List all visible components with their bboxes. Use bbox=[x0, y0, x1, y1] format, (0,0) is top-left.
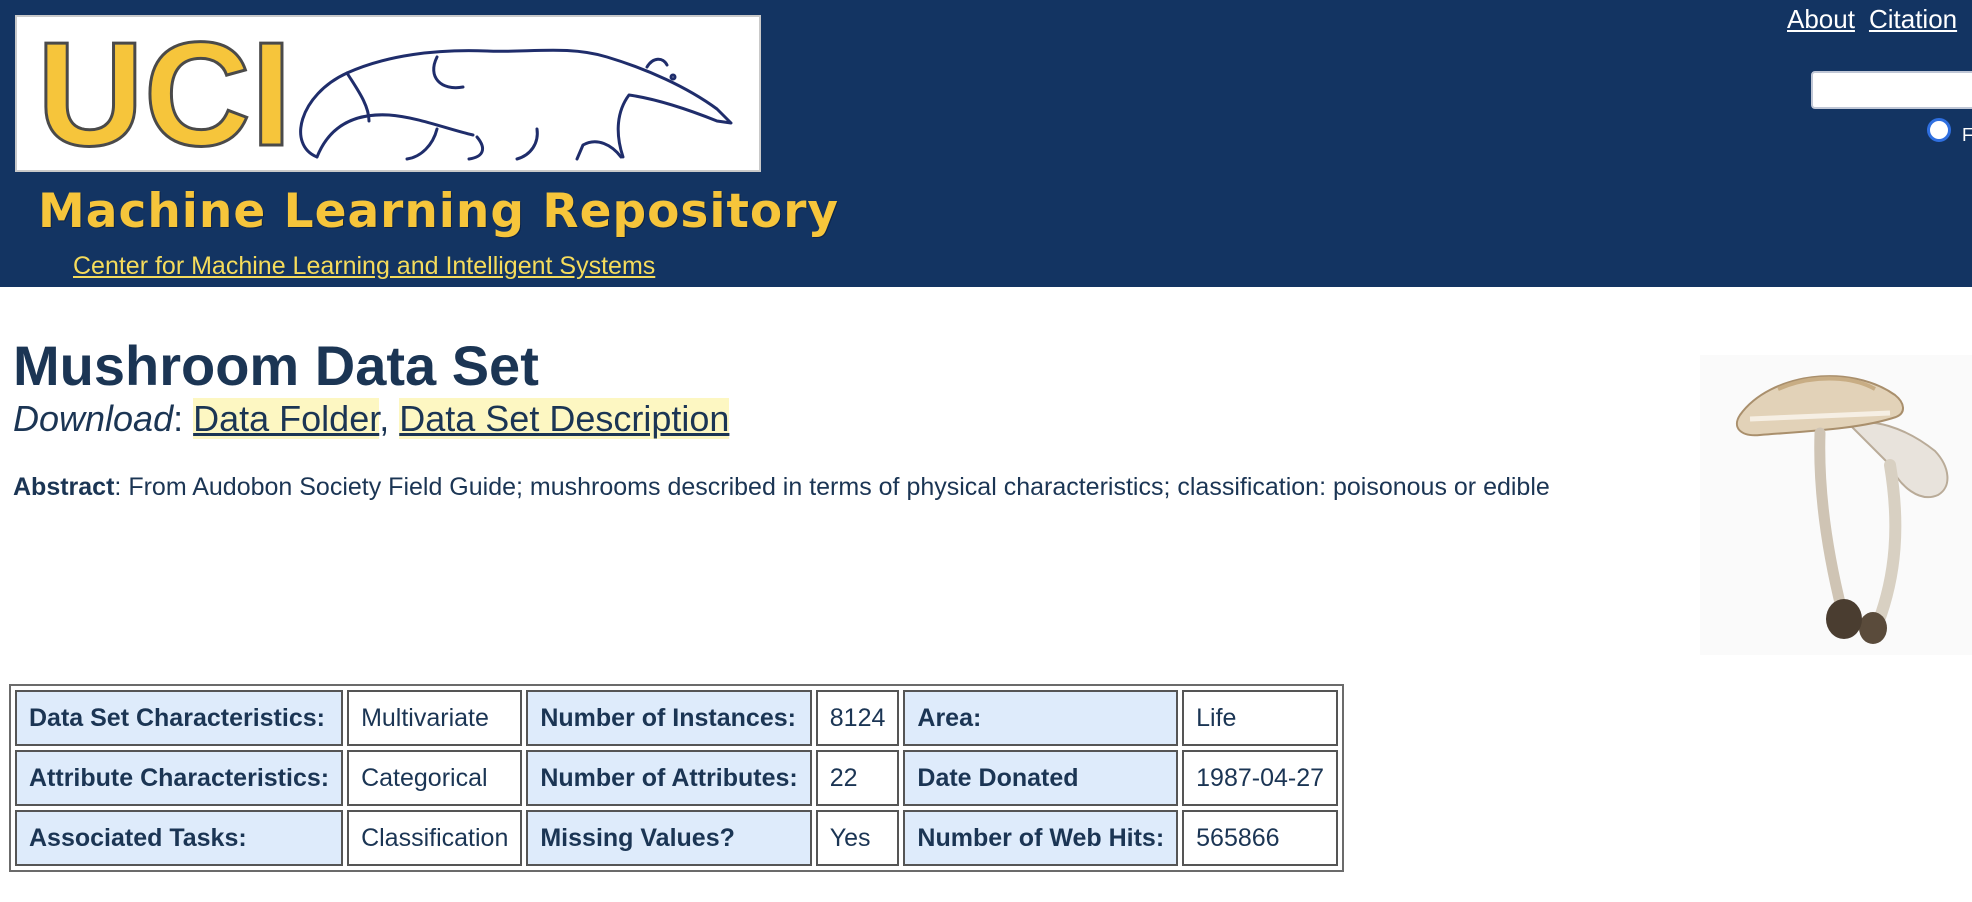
anteater-icon bbox=[299, 48, 733, 161]
uci-logo-text: UCI bbox=[37, 17, 292, 170]
center-link[interactable]: Center for Machine Learning and Intellig… bbox=[73, 252, 655, 281]
table-value-cell: Categorical bbox=[347, 750, 523, 806]
table-value-cell: Multivariate bbox=[347, 690, 523, 746]
uci-logo[interactable]: UCI bbox=[15, 11, 761, 179]
table-value-cell: Life bbox=[1182, 690, 1339, 746]
table-key-cell: Number of Attributes: bbox=[526, 750, 812, 806]
comma-separator: , bbox=[379, 398, 400, 439]
table-row: Associated Tasks: Classification Missing… bbox=[15, 810, 1339, 866]
table-key-cell: Number of Web Hits: bbox=[903, 810, 1179, 866]
data-folder-link[interactable]: Data Folder bbox=[193, 398, 380, 439]
colon-separator: : bbox=[173, 398, 194, 439]
table-value-cell: Classification bbox=[347, 810, 523, 866]
table-row: Data Set Characteristics: Multivariate N… bbox=[15, 690, 1339, 746]
download-line: Download: Data Folder, Data Set Descript… bbox=[13, 398, 730, 440]
mushroom-image bbox=[1700, 355, 1972, 655]
table-key-cell: Missing Values? bbox=[526, 810, 812, 866]
top-nav: About Citation bbox=[1787, 4, 1971, 35]
table-key-cell: Number of Instances: bbox=[526, 690, 812, 746]
table-key-cell: Date Donated bbox=[903, 750, 1179, 806]
citation-link[interactable]: Citation bbox=[1869, 4, 1957, 34]
table-value-cell: 565866 bbox=[1182, 810, 1339, 866]
abstract-label: Abstract bbox=[13, 473, 115, 501]
search-input[interactable] bbox=[1811, 71, 1972, 109]
data-set-description-link[interactable]: Data Set Description bbox=[399, 398, 730, 439]
table-value-cell: 8124 bbox=[815, 690, 900, 746]
table-value-cell: 22 bbox=[815, 750, 900, 806]
repository-title: Machine Learning Repository bbox=[38, 184, 840, 239]
page-title: Mushroom Data Set bbox=[13, 334, 539, 397]
abstract-text: : From Audobon Society Field Guide; mush… bbox=[114, 473, 1550, 501]
table-value-cell: Yes bbox=[815, 810, 900, 866]
table-key-cell: Area: bbox=[903, 690, 1179, 746]
search-scope-radio[interactable] bbox=[1927, 118, 1951, 142]
about-link[interactable]: About bbox=[1787, 4, 1855, 34]
table-value-cell: 1987-04-27 bbox=[1182, 750, 1339, 806]
table-key-cell: Data Set Characteristics: bbox=[15, 690, 344, 746]
table-key-cell: Attribute Characteristics: bbox=[15, 750, 344, 806]
abstract: Abstract: From Audobon Society Field Gui… bbox=[13, 473, 1550, 502]
table-key-cell: Associated Tasks: bbox=[15, 810, 344, 866]
anteater-logo-graphic: UCI bbox=[36, 11, 733, 179]
table-row: Attribute Characteristics: Categorical N… bbox=[15, 750, 1339, 806]
dataset-info-table: Data Set Characteristics: Multivariate N… bbox=[9, 684, 1345, 872]
download-label: Download bbox=[13, 398, 174, 439]
search-scope-radio-label: F bbox=[1962, 125, 1972, 145]
site-header: UCI Machine Learning Repository Center f… bbox=[0, 0, 1972, 287]
